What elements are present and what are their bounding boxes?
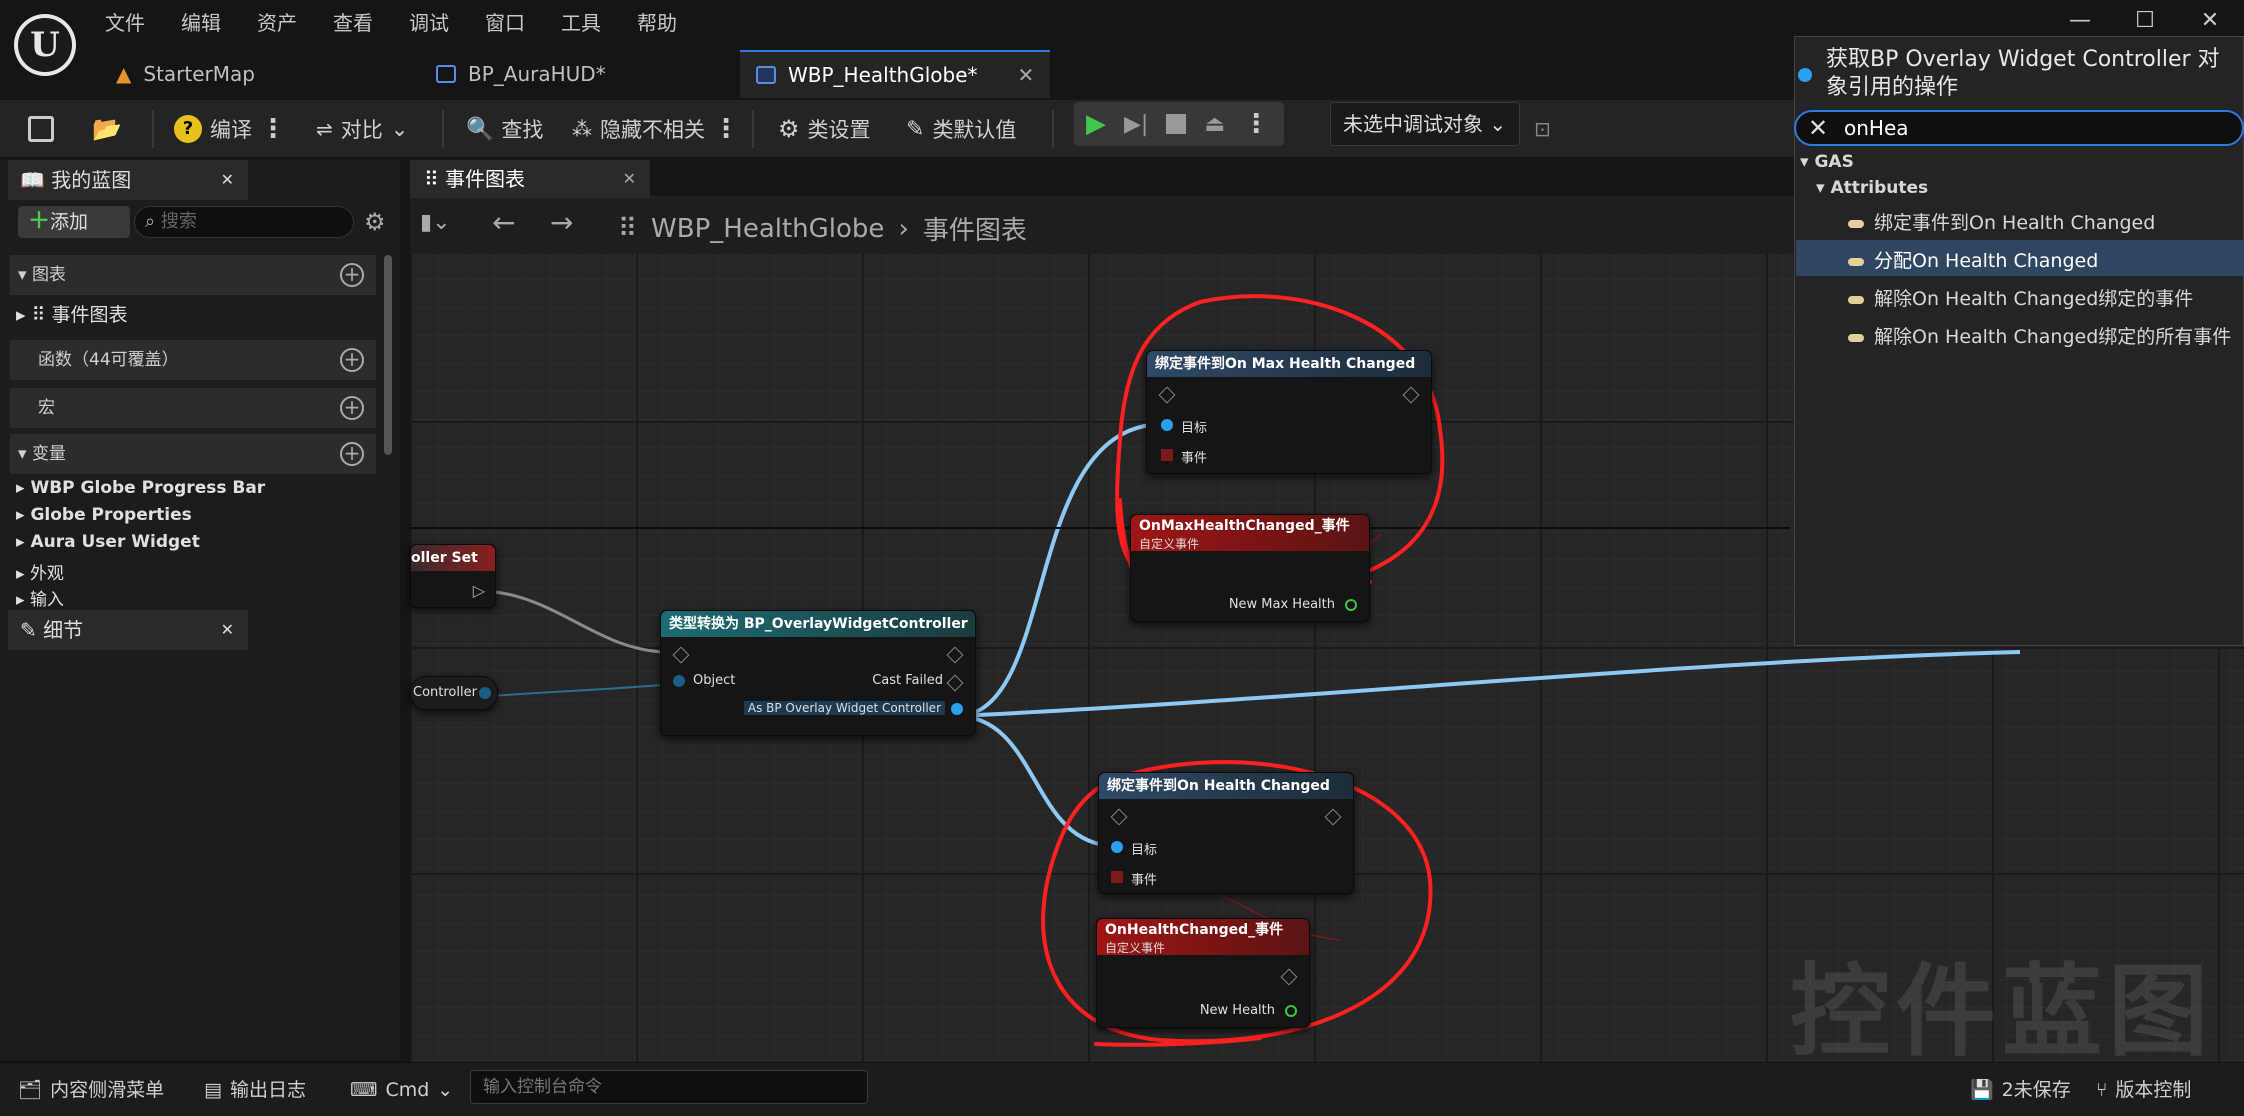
unsaved-button[interactable]: 💾 2未保存 [1970, 1072, 2071, 1108]
new-health-pin[interactable] [1285, 1005, 1297, 1017]
exec-in-pin[interactable] [1158, 386, 1176, 404]
on-max-health-changed-event-node[interactable]: OnMaxHealthChanged_事件 自定义事件 New Max Healt… [1130, 514, 1370, 622]
new-max-health-pin[interactable] [1345, 599, 1357, 611]
object-in-pin[interactable] [673, 675, 685, 687]
exec-out-pin[interactable] [1324, 808, 1342, 826]
action-item[interactable]: 绑定事件到On Health Changed [1848, 208, 2155, 235]
source-control-button[interactable]: ⑂ 版本控制 [2096, 1072, 2191, 1108]
target-wire [955, 714, 1117, 848]
status-bar [0, 1062, 2244, 1116]
action-search-input[interactable]: ✕ onHea [1794, 110, 2244, 146]
event-pin[interactable] [1111, 871, 1123, 883]
exec-wire [494, 590, 666, 654]
set-node-partial[interactable]: oller Set ▷ [410, 544, 496, 608]
event-pin[interactable] [1161, 449, 1173, 461]
action-menu-title: 获取BP Overlay Widget Controller 对象引用的操作 [1826, 47, 2220, 100]
exec-out-pin[interactable] [946, 646, 964, 664]
delegate-icon [1848, 333, 1864, 342]
chevron-down-icon: ⌄ [437, 1079, 454, 1101]
content-drawer-button[interactable]: 🗂 内容侧滑菜单 [18, 1072, 164, 1108]
cast-node[interactable]: 类型转换为 BP_OverlayWidgetController Object … [660, 610, 976, 736]
action-item-selected[interactable]: 分配On Health Changed [1848, 246, 2098, 273]
output-log-icon: ▤ [204, 1079, 222, 1101]
category-attributes[interactable]: ▾ Attributes [1816, 178, 1928, 198]
object-wire [489, 683, 677, 697]
object-out-pin[interactable] [479, 687, 491, 699]
terminal-icon: ⌨ [350, 1079, 378, 1101]
delegate-icon [1848, 295, 1864, 304]
exec-in-pin[interactable] [1110, 808, 1128, 826]
target-wire [955, 650, 2021, 718]
cmd-button[interactable]: ⌨ Cmd ⌄ [350, 1072, 453, 1108]
bind-max-health-node[interactable]: 绑定事件到On Max Health Changed 目标 事件 [1146, 350, 1432, 474]
exec-out-pin[interactable]: ▷ [473, 581, 485, 600]
category-gas[interactable]: ▾ GAS [1800, 152, 1854, 172]
clear-icon[interactable]: ✕ [1808, 114, 1828, 142]
bind-health-node[interactable]: 绑定事件到On Health Changed 目标 事件 [1098, 772, 1354, 894]
delegate-icon [1848, 257, 1864, 266]
on-health-changed-event-node[interactable]: OnHealthChanged_事件 自定义事件 New Health [1096, 918, 1310, 1028]
exec-out-pin[interactable] [1402, 386, 1420, 404]
action-item[interactable]: 解除On Health Changed绑定的所有事件 [1848, 322, 2231, 349]
cast-failed-pin[interactable] [946, 674, 964, 692]
object-out-pin[interactable] [951, 703, 963, 715]
source-control-icon: ⑂ [2096, 1079, 2108, 1101]
console-command-input[interactable]: 输入控制台命令 [470, 1070, 868, 1104]
content-drawer-icon: 🗂 [18, 1079, 43, 1101]
action-item[interactable]: 解除On Health Changed绑定的事件 [1848, 284, 2193, 311]
controller-node-partial[interactable]: Controller [410, 676, 498, 710]
save-status-icon: 💾 [1970, 1079, 1994, 1101]
cast-node-title: 类型转换为 BP_OverlayWidgetController [661, 611, 975, 637]
target-pin[interactable] [1161, 419, 1173, 431]
target-pin[interactable] [1111, 841, 1123, 853]
output-log-button[interactable]: ▤ 输出日志 [204, 1072, 306, 1108]
delegate-icon [1848, 219, 1864, 228]
exec-out-pin[interactable] [1280, 968, 1298, 986]
exec-in-pin[interactable] [672, 646, 690, 664]
